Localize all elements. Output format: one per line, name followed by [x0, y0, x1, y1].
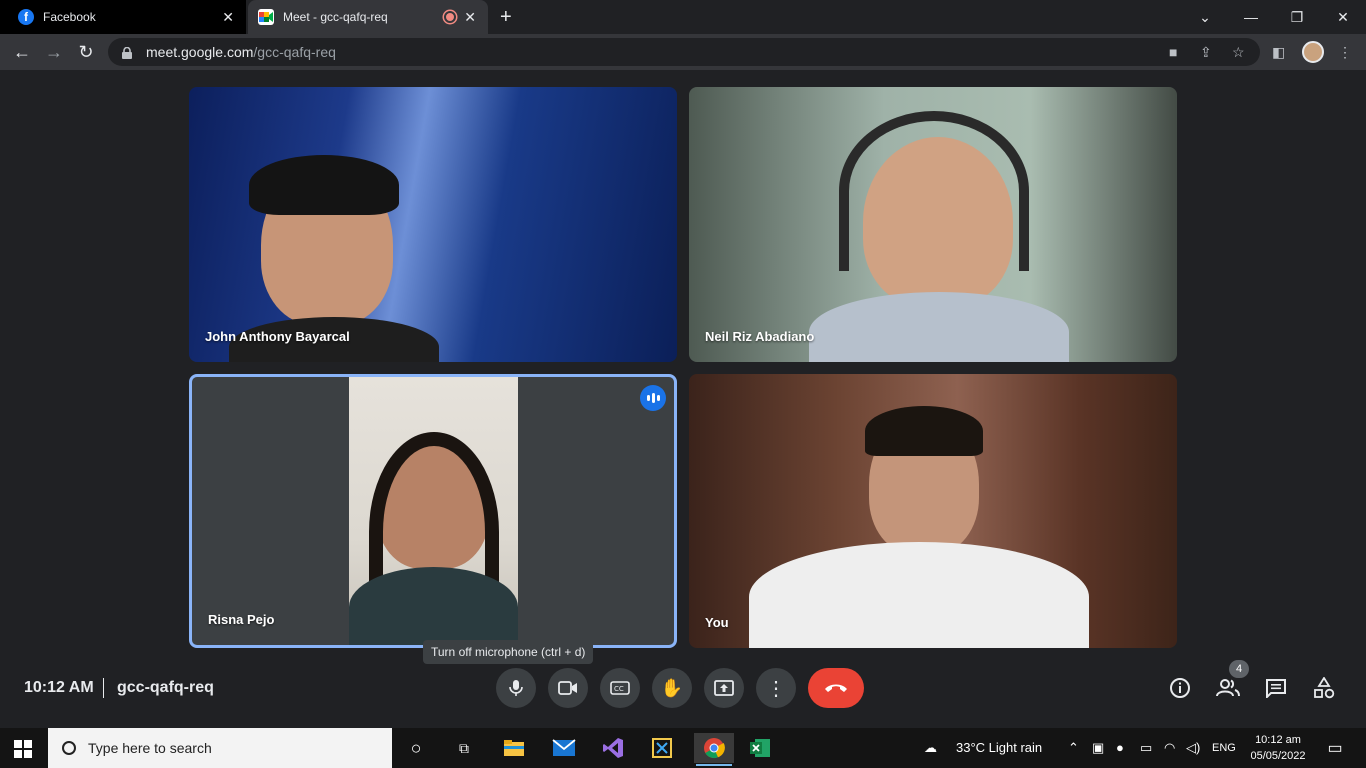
activities-icon[interactable] — [1312, 676, 1336, 700]
tab-title: Facebook — [43, 10, 96, 24]
meeting-code: gcc-qafq-req — [117, 679, 214, 696]
address-bar[interactable]: meet.google.com/gcc-qafq-req — [108, 38, 1260, 66]
present-screen-icon — [714, 680, 734, 696]
hang-up-icon — [825, 684, 847, 692]
url-host: meet.google.com — [146, 44, 254, 60]
language-indicator[interactable]: ENG — [1212, 742, 1236, 754]
task-view-icon[interactable]: ⧉ — [449, 733, 479, 763]
url-path: /gcc-qafq-req — [253, 44, 336, 60]
shirt-shape — [749, 542, 1089, 648]
show-hidden-icons-icon[interactable]: ⌃ — [1068, 740, 1079, 756]
microphone-icon — [509, 680, 523, 696]
search-icon — [62, 741, 76, 755]
taskbar-search-box[interactable]: Type here to search — [48, 728, 392, 768]
more-vert-icon: ⋮ — [766, 677, 786, 700]
weather-text[interactable]: 33°C Light rain — [956, 740, 1042, 755]
mail-icon[interactable] — [549, 733, 579, 763]
file-explorer-icon[interactable] — [499, 733, 529, 763]
weather-icon[interactable]: ☁ — [924, 740, 937, 756]
taskbar-clock[interactable]: 10:12 am 05/05/2022 — [1244, 732, 1312, 764]
hand-icon: ✋ — [660, 677, 684, 698]
participant-name: Risna Pejo — [208, 612, 275, 627]
bookmark-star-icon[interactable]: ☆ — [1232, 44, 1245, 61]
google-meet-icon — [258, 9, 274, 25]
participant-tile-3[interactable]: Risna Pejo — [189, 374, 677, 648]
taskbar-date: 05/05/2022 — [1250, 750, 1306, 762]
battery-icon[interactable]: ▭ — [1140, 740, 1152, 756]
taskbar-time: 10:12 am — [1255, 734, 1301, 746]
microphone-button[interactable] — [496, 668, 536, 708]
camera-tray-icon[interactable]: ▣ — [1092, 740, 1104, 756]
recording-icon — [444, 11, 456, 23]
lock-icon — [122, 46, 132, 59]
profile-avatar[interactable] — [1302, 41, 1324, 63]
camera-icon — [558, 681, 577, 695]
facebook-icon: f — [18, 9, 34, 25]
tab-strip: f Facebook ✕ Meet - gcc-qafq-req ✕ + ⌄ —… — [0, 0, 1366, 34]
cortana-icon[interactable]: ○ — [401, 733, 431, 763]
minimize-icon[interactable]: — — [1228, 0, 1274, 34]
browser-toolbar: ← → ↻ meet.google.com/gcc-qafq-req ■ ⇪ ☆… — [0, 34, 1366, 70]
leave-call-button[interactable] — [808, 668, 864, 708]
present-button[interactable] — [704, 668, 744, 708]
hair-shape — [249, 155, 399, 215]
participant-name: John Anthony Bayarcal — [205, 329, 350, 344]
wifi-icon[interactable]: ◠ — [1164, 740, 1175, 756]
speaking-indicator-icon — [640, 385, 666, 411]
search-placeholder: Type here to search — [88, 740, 212, 756]
visual-studio-icon[interactable] — [598, 733, 628, 763]
share-icon[interactable]: ⇪ — [1200, 44, 1212, 61]
participant-tile-self[interactable]: You — [689, 374, 1177, 648]
mic-tooltip: Turn off microphone (ctrl + d) — [423, 640, 594, 664]
tab-facebook[interactable]: f Facebook ✕ — [0, 0, 246, 34]
restore-icon[interactable]: ❐ — [1274, 0, 1320, 34]
people-icon[interactable] — [1216, 676, 1240, 700]
chat-icon[interactable] — [1264, 676, 1288, 700]
side-panel-icon[interactable]: ◧ — [1272, 44, 1285, 61]
microphone-tray-icon[interactable]: ● — [1116, 740, 1124, 755]
tab-meet[interactable]: Meet - gcc-qafq-req ✕ — [248, 0, 488, 34]
meeting-details-icon[interactable] — [1168, 676, 1192, 700]
participant-tile-1[interactable]: John Anthony Bayarcal — [189, 87, 677, 362]
new-tab-button[interactable]: + — [500, 6, 512, 29]
window-close-icon[interactable]: ✕ — [1320, 0, 1366, 34]
notifications-icon[interactable]: ▭ — [1320, 733, 1350, 763]
participant-name: You — [705, 615, 729, 630]
windows-start-icon[interactable] — [14, 740, 32, 758]
reload-icon[interactable]: ↻ — [74, 40, 98, 64]
participant-name: Neil Riz Abadiano — [705, 329, 815, 344]
menu-kebab-icon[interactable]: ⋮ — [1338, 44, 1352, 61]
participant-video — [349, 377, 518, 645]
meeting-time: 10:12 AM — [24, 679, 94, 696]
camera-button[interactable] — [548, 668, 588, 708]
close-icon[interactable]: ✕ — [222, 9, 234, 26]
shirt-shape — [809, 292, 1069, 362]
headset-shape — [839, 111, 1029, 271]
close-icon[interactable]: ✕ — [464, 9, 476, 26]
chrome-taskbar-icon[interactable] — [694, 733, 734, 766]
tab-title: Meet - gcc-qafq-req — [283, 10, 388, 24]
forward-icon[interactable]: → — [42, 40, 66, 64]
excel-icon[interactable] — [745, 733, 775, 763]
divider — [103, 678, 104, 698]
camera-in-use-icon[interactable]: ■ — [1169, 44, 1177, 60]
back-icon[interactable]: ← — [10, 40, 34, 64]
participant-count-badge: 4 — [1229, 660, 1249, 678]
snipping-tool-icon[interactable] — [647, 733, 677, 763]
participant-tile-2[interactable]: Neil Riz Abadiano — [689, 87, 1177, 362]
volume-icon[interactable]: ◁) — [1186, 740, 1200, 756]
svg-text:CC: CC — [614, 685, 624, 693]
hair-shape — [865, 406, 983, 456]
captions-button[interactable]: CC — [600, 668, 640, 708]
raise-hand-button[interactable]: ✋ — [652, 668, 692, 708]
more-options-button[interactable]: ⋮ — [756, 668, 796, 708]
captions-icon: CC — [610, 681, 630, 695]
tab-search-icon[interactable]: ⌄ — [1182, 0, 1228, 34]
